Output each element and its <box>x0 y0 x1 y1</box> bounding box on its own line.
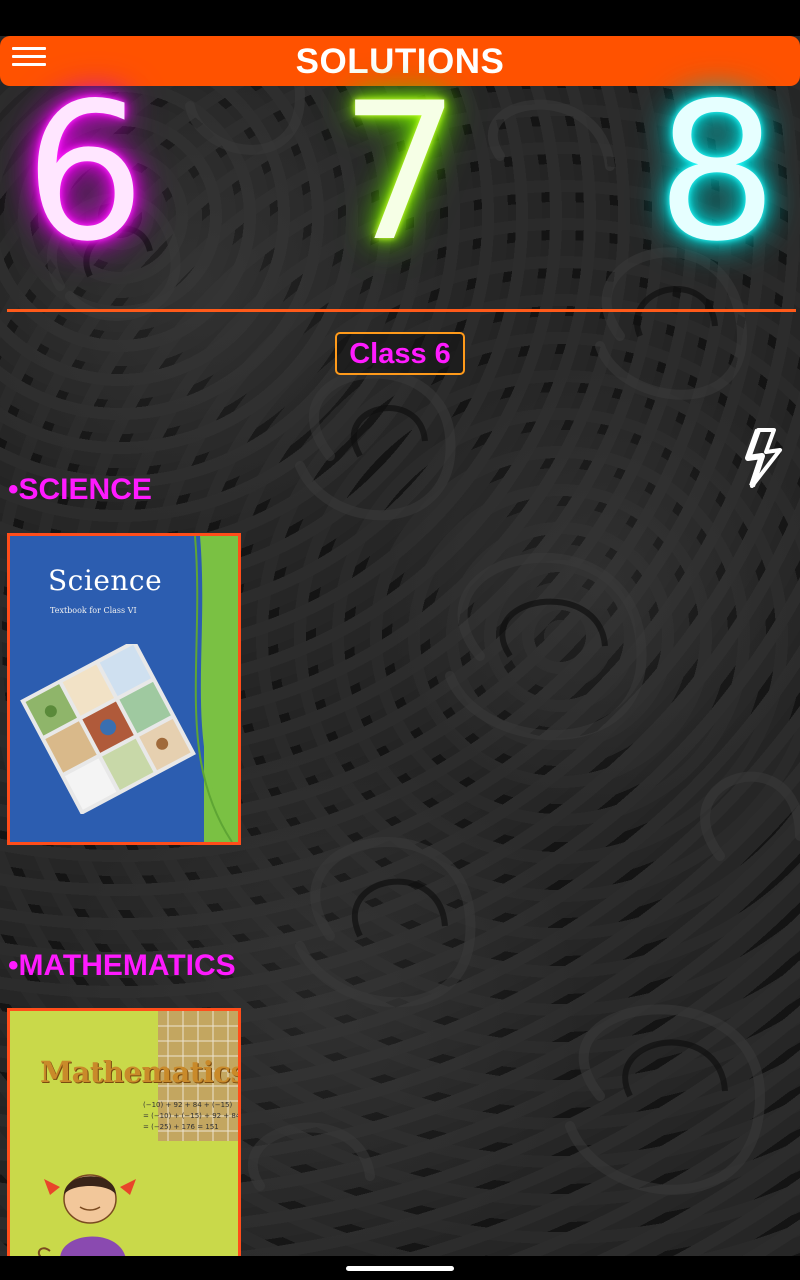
cover-equation: = (−10) + (−15) + 92 + 84 <box>143 1112 241 1120</box>
mathematics-book-cover[interactable]: Mathematics (−10) + 92 + 84 + (−15) = (−… <box>7 1008 241 1256</box>
divider <box>7 309 796 312</box>
mathematics-heading: •MATHEMATICS <box>8 949 236 982</box>
cover-equation: (−10) + 92 + 84 + (−15) <box>143 1101 233 1109</box>
mathematics-cover-title: Mathematics <box>40 1055 241 1089</box>
cover-equation: = (−25) + 176 = 151 <box>143 1123 219 1131</box>
illustration-collage <box>20 644 196 814</box>
class-8-button[interactable]: 8 <box>652 78 782 268</box>
girl-illustration <box>37 1174 136 1256</box>
home-indicator[interactable] <box>346 1266 454 1271</box>
status-bar <box>0 0 800 36</box>
class-6-button[interactable]: 6 <box>20 78 150 268</box>
class-7-button[interactable]: 7 <box>335 78 465 268</box>
science-book-cover[interactable]: Science Textbook for Class VI <box>7 533 241 845</box>
selected-class-badge: Class 6 <box>335 332 465 375</box>
science-heading: •SCIENCE <box>8 473 152 506</box>
science-cover-subtitle: Textbook for Class VI <box>50 606 137 615</box>
lightning-bolt-icon[interactable] <box>744 428 788 490</box>
science-cover-title: Science <box>48 564 163 597</box>
